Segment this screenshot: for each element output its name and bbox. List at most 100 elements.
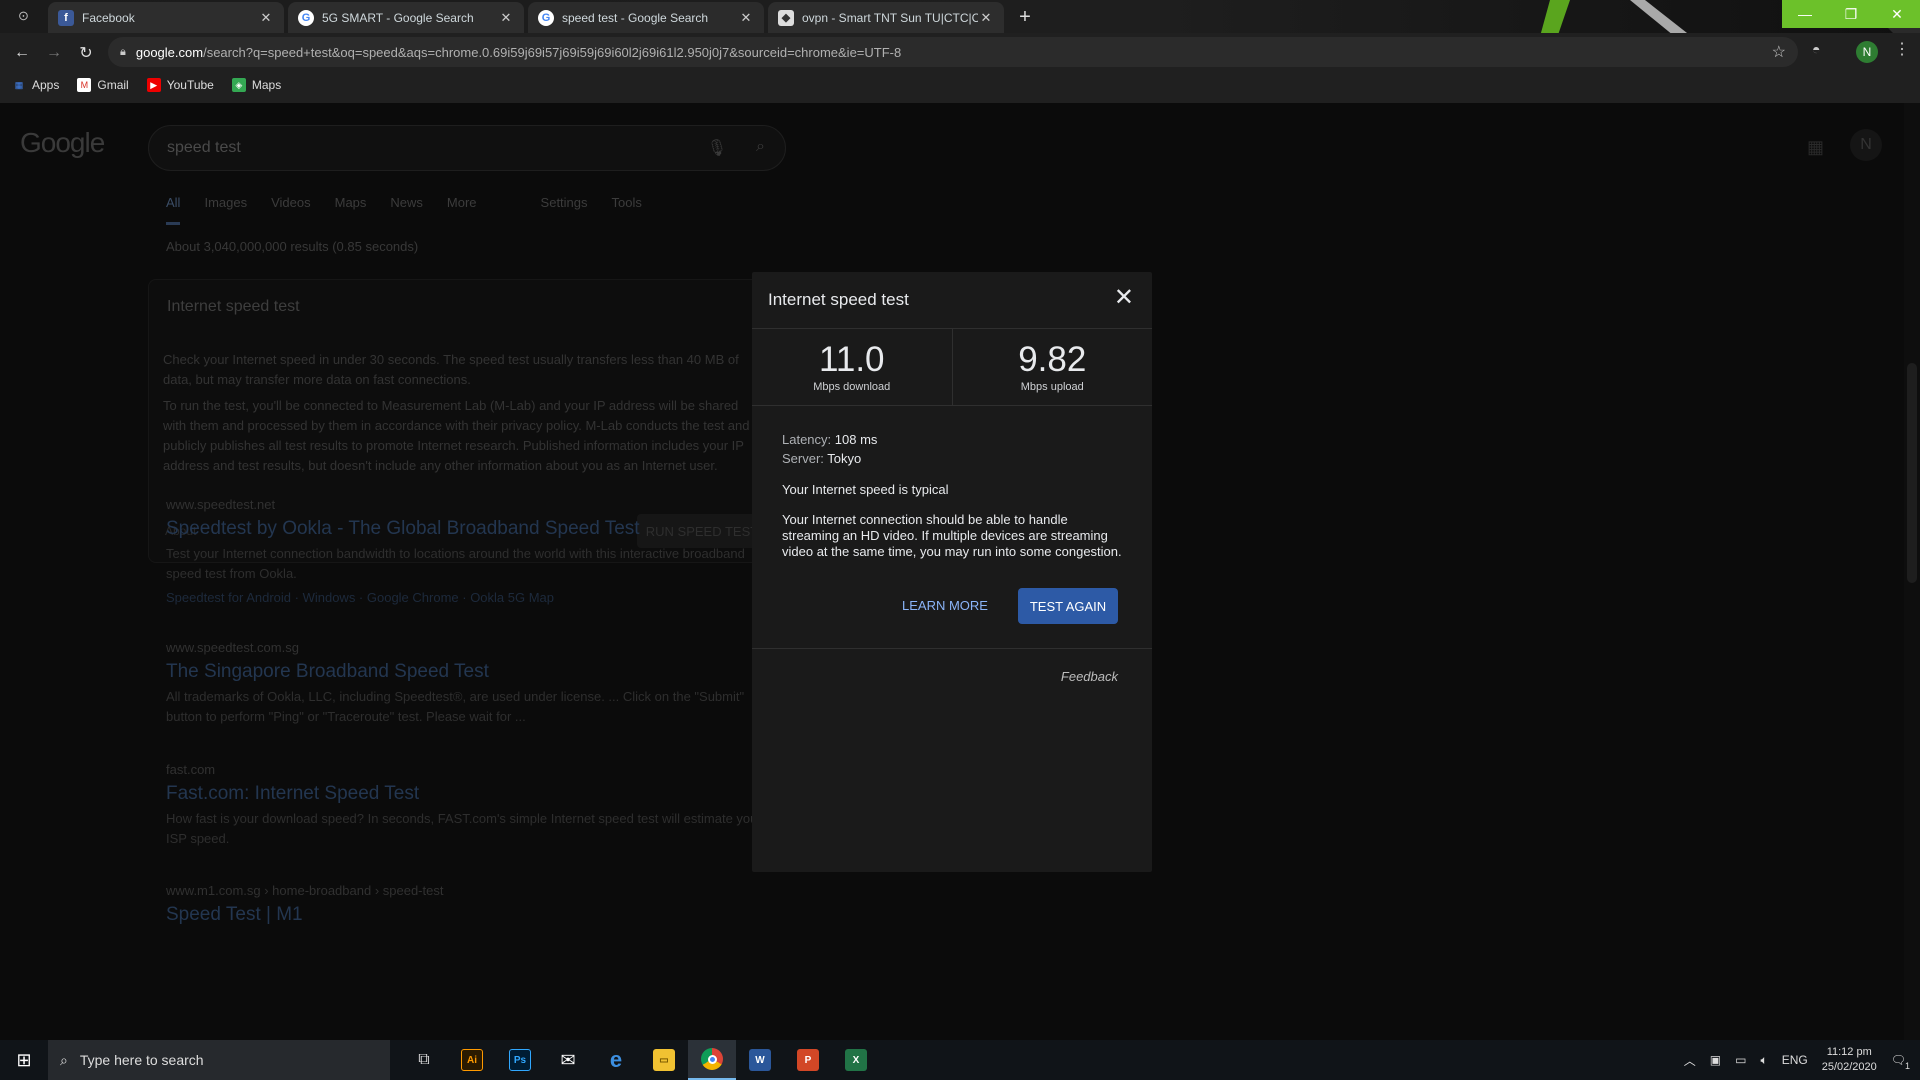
task-view-icon[interactable]: ⧉ [400,1040,448,1080]
result-title[interactable]: The Singapore Broadband Speed Test [166,661,766,683]
notification-icon[interactable]: 🗨︎ 1 [1891,1053,1910,1071]
menu-kebab-icon[interactable]: ⋮ [1894,39,1910,59]
new-tab-button[interactable]: + [1014,6,1036,28]
incognito-extension-icon[interactable]: ◓ [1812,41,1820,57]
windows-start-button[interactable]: ⊞ [0,1040,48,1080]
illustrator-icon[interactable]: Ai [448,1040,496,1080]
tab-videos[interactable]: Videos [271,195,311,225]
battery-icon[interactable]: ▭ [1735,1053,1746,1067]
taskbar-search-box[interactable]: ⌕ Type here to search [48,1040,390,1080]
search-result: www.m1.com.sg › home-broadband › speed-t… [166,883,766,926]
result-title[interactable]: Speedtest by Ookla - The Global Broadban… [166,518,766,540]
gmail-icon: M [77,78,92,92]
tab-settings[interactable]: Settings [541,195,588,225]
tab-tools[interactable]: Tools [612,195,642,225]
profile-avatar[interactable]: N [1856,41,1878,63]
search-result: www.speedtest.com.sg The Singapore Broad… [166,640,766,727]
search-icon[interactable]: ⌕ [756,138,765,156]
result-snippet: Test your Internet connection bandwidth … [166,546,745,581]
powerpoint-icon[interactable]: P [784,1040,832,1080]
feedback-link[interactable]: Feedback [1061,669,1118,684]
tab-5g-smart[interactable]: G 5G SMART - Google Search ✕ [288,2,524,33]
url-path: /search?q=speed+test&oq=speed&aqs=chrome… [203,44,902,60]
restore-button[interactable]: ❐ [1828,0,1874,28]
speed-results: 11.0 Mbps download 9.82 Mbps upload [752,328,1152,406]
browser-toolbar: ← → ↻ 🔒︎ google.com/search?q=speed+test&… [0,33,1920,103]
microphone-icon[interactable]: 🎙︎ [707,138,727,158]
reload-button[interactable]: ↻ [74,41,98,65]
result-url[interactable]: www.speedtest.net [166,497,766,512]
language-indicator[interactable]: ENG [1782,1053,1808,1067]
chrome-icon[interactable] [688,1040,736,1080]
apps-grid-icon[interactable]: ▦ [1807,137,1824,158]
divider [752,648,1152,649]
result-url[interactable]: www.speedtest.com.sg [166,640,766,655]
close-tab-icon[interactable]: ✕ [978,10,994,26]
scrollbar-thumb[interactable] [1907,363,1917,583]
result-sublinks[interactable]: Speedtest for Android · Windows · Google… [166,588,766,608]
maps-icon: ◈ [231,78,246,92]
tab-maps[interactable]: Maps [335,195,367,225]
bookmark-star-icon[interactable]: ☆ [1772,42,1786,62]
search-result: fast.com Fast.com: Internet Speed Test H… [166,762,766,849]
bookmarks-bar: ▦ Apps M Gmail ▶ YouTube ◈ Maps [12,75,281,95]
tab-all[interactable]: All [166,195,181,225]
clock[interactable]: 11:12 pm 25/02/2020 [1822,1045,1877,1075]
address-bar[interactable]: 🔒︎ google.com/search?q=speed+test&oq=spe… [108,37,1798,67]
back-button[interactable]: ← [10,41,34,65]
lock-icon: 🔒︎ [120,45,126,58]
tab-ovpn[interactable]: ◆ ovpn - Smart TNT Sun TU|CTC|C ✕ [768,2,1004,33]
bookmark-gmail[interactable]: M Gmail [77,78,129,92]
search-query: speed test [167,139,241,156]
bookmark-maps[interactable]: ◈ Maps [231,78,281,92]
screen: ⊙ f Facebook ✕ G 5G SMART - Google Searc… [0,0,1920,1080]
close-tab-icon[interactable]: ✕ [258,10,274,26]
facebook-icon: f [58,9,74,26]
close-icon[interactable]: ✕ [1114,286,1134,310]
result-title[interactable]: Speed Test | M1 [166,904,766,926]
search-tabs: All Images Videos Maps News More Setting… [166,195,642,225]
bookmark-apps[interactable]: ▦ Apps [12,78,60,92]
result-title[interactable]: Fast.com: Internet Speed Test [166,783,766,805]
results-count: About 3,040,000,000 results (0.85 second… [166,239,419,254]
google-logo[interactable]: Google [20,127,105,159]
clock-time: 11:12 pm [1826,1046,1872,1058]
tab-images[interactable]: Images [204,195,247,225]
network-icon[interactable]: ▣ [1710,1053,1721,1067]
close-tab-icon[interactable]: ✕ [738,10,754,26]
edge-icon[interactable]: e [592,1040,640,1080]
tab-facebook[interactable]: f Facebook ✕ [48,2,284,33]
tab-news[interactable]: News [390,195,423,225]
url-host: google.com [135,44,204,60]
close-tab-icon[interactable]: ✕ [498,10,514,26]
search-input[interactable]: speed test 🎙︎ ⌕ [148,125,786,171]
result-url[interactable]: fast.com [166,762,766,777]
clock-date: 25/02/2020 [1821,1061,1877,1073]
forward-button[interactable]: → [42,41,66,65]
download-stat: 11.0 Mbps download [752,329,952,405]
download-value: 11.0 [818,340,885,379]
mail-icon[interactable]: ✉ [544,1040,592,1080]
result-url[interactable]: www.m1.com.sg › home-broadband › speed-t… [166,883,766,898]
google-icon: G [298,9,314,26]
shield-icon: ◆ [778,9,794,26]
bookmark-label: YouTube [166,78,214,92]
chevron-up-icon[interactable]: ︿ [1684,1052,1696,1069]
minimize-button[interactable]: — [1782,0,1828,28]
account-avatar[interactable]: N [1850,129,1882,161]
volume-icon[interactable]: 🔈︎ [1760,1053,1767,1068]
test-again-button[interactable]: TEST AGAIN [1018,588,1118,624]
file-explorer-icon[interactable]: ▭ [640,1040,688,1080]
widget-paragraph: To run the test, you'll be connected to … [163,398,750,473]
tab-more[interactable]: More [447,195,477,225]
word-icon[interactable]: W [736,1040,784,1080]
excel-icon[interactable]: X [832,1040,880,1080]
learn-more-link[interactable]: LEARN MORE [902,598,988,613]
tab-speed-test[interactable]: G speed test - Google Search ✕ [528,2,764,33]
speed-description: Your Internet connection should be able … [782,512,1122,559]
close-window-button[interactable]: ✕ [1874,0,1920,28]
tab-search-icon[interactable]: ⊙ [18,8,29,24]
photoshop-icon[interactable]: Ps [496,1040,544,1080]
page-scrollbar[interactable] [1904,103,1920,1040]
bookmark-youtube[interactable]: ▶ YouTube [146,78,214,92]
